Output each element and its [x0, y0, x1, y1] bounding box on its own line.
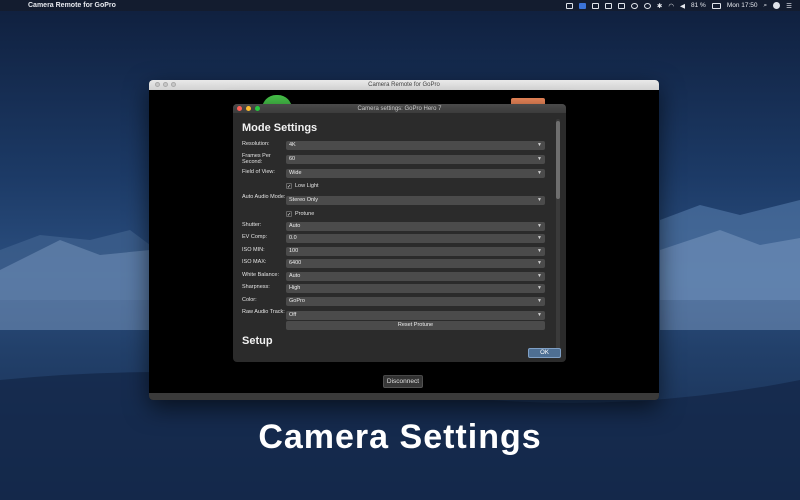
- raw-audio-select[interactable]: Off ▼: [286, 311, 545, 320]
- chevron-down-icon: ▼: [537, 223, 542, 229]
- clock[interactable]: Mon 17:50: [727, 2, 758, 9]
- disconnect-button[interactable]: Disconnect: [383, 375, 423, 388]
- iso-max-select[interactable]: 6400 ▼: [286, 259, 545, 268]
- ev-comp-row: EV Comp: 0.0 ▼: [242, 234, 546, 244]
- app-icon[interactable]: [578, 2, 586, 9]
- chevron-down-icon: ▼: [537, 170, 542, 176]
- auto-audio-row: Auto Audio Mode: Stereo Only ▼: [242, 194, 546, 206]
- shutter-select[interactable]: Auto ▼: [286, 222, 545, 231]
- chevron-down-icon: ▼: [537, 298, 542, 304]
- low-light-label: Low Light: [295, 183, 319, 189]
- chevron-down-icon: ▼: [537, 156, 542, 162]
- ev-comp-select[interactable]: 0.0 ▼: [286, 234, 545, 243]
- main-window-title: Camera Remote for GoPro: [368, 82, 440, 88]
- window-icon[interactable]: [604, 2, 612, 9]
- iso-max-label: ISO MAX:: [242, 259, 267, 265]
- battery-icon[interactable]: [711, 2, 721, 9]
- raw-audio-row: Raw Audio Track: Off ▼: [242, 309, 546, 321]
- zoom-icon[interactable]: [255, 106, 260, 111]
- chevron-down-icon: ▼: [537, 285, 542, 291]
- wifi-icon[interactable]: ◠: [668, 2, 674, 10]
- white-balance-label: White Balance:: [242, 272, 279, 278]
- status-strip: [149, 393, 659, 400]
- minimize-icon[interactable]: [163, 82, 168, 87]
- sharpness-label: Sharpness:: [242, 284, 270, 290]
- dialog-title: Camera settings: GoPro Hero 7: [357, 105, 442, 112]
- ev-comp-label: EV Comp:: [242, 234, 268, 240]
- camera-settings-dialog: Camera settings: GoPro Hero 7 Mode Setti…: [233, 104, 566, 362]
- ok-button[interactable]: OK: [528, 348, 561, 358]
- fov-select[interactable]: Wide ▼: [286, 169, 545, 178]
- settings-content: Mode Settings Resolution: 4K ▼ Frames Per…: [233, 113, 566, 362]
- display-icon[interactable]: [591, 2, 599, 9]
- chevron-down-icon: ▼: [537, 273, 542, 279]
- iso-min-row: ISO MIN: 100 ▼: [242, 247, 546, 257]
- fps-row: Frames Per Second: 60 ▼: [242, 153, 546, 165]
- color-select[interactable]: GoPro ▼: [286, 297, 545, 306]
- menu-icon[interactable]: ☰: [786, 2, 792, 10]
- section-title-mode: Mode Settings: [242, 122, 318, 134]
- color-label: Color:: [242, 297, 257, 303]
- main-window-titlebar[interactable]: Camera Remote for GoPro: [149, 80, 659, 90]
- dropbox-icon[interactable]: [630, 2, 638, 9]
- fov-row: Field of View: Wide ▼: [242, 169, 546, 179]
- menu-bar: Camera Remote for GoPro ✱ ◠ ◀ 81 % Mon 1…: [0, 0, 800, 11]
- reset-protune-button[interactable]: Reset Protune: [286, 321, 545, 330]
- copy-icon[interactable]: [617, 2, 625, 9]
- protune-checkbox[interactable]: ✓ Protune: [286, 210, 314, 218]
- scrollbar-thumb[interactable]: [556, 121, 560, 199]
- chevron-down-icon: ▼: [537, 142, 542, 148]
- shutter-row: Shutter: Auto ▼: [242, 222, 546, 232]
- raw-audio-label: Raw Audio Track:: [242, 309, 285, 315]
- zoom-icon[interactable]: [171, 82, 176, 87]
- dialog-titlebar[interactable]: Camera settings: GoPro Hero 7: [233, 104, 566, 113]
- resolution-label: Resolution:: [242, 141, 270, 147]
- resolution-select[interactable]: 4K ▼: [286, 141, 545, 150]
- screen-mirror-icon[interactable]: [565, 2, 573, 9]
- color-row: Color: GoPro ▼: [242, 297, 546, 307]
- resolution-row: Resolution: 4K ▼: [242, 141, 546, 151]
- close-icon[interactable]: [237, 106, 242, 111]
- iso-min-label: ISO MIN:: [242, 247, 265, 253]
- chevron-down-icon: ▼: [537, 235, 542, 241]
- close-icon[interactable]: [155, 82, 160, 87]
- fps-select[interactable]: 60 ▼: [286, 155, 545, 164]
- shutter-label: Shutter:: [242, 222, 262, 228]
- time-machine-icon[interactable]: [643, 2, 651, 9]
- white-balance-select[interactable]: Auto ▼: [286, 272, 545, 281]
- white-balance-row: White Balance: Auto ▼: [242, 272, 546, 282]
- search-icon[interactable]: ⌕: [764, 2, 768, 10]
- check-icon: ✓: [286, 183, 292, 190]
- window-controls: [155, 82, 176, 87]
- user-icon[interactable]: [773, 2, 781, 9]
- sharpness-row: Sharpness: High ▼: [242, 284, 546, 294]
- protune-label: Protune: [295, 211, 315, 217]
- chevron-down-icon: ▼: [537, 312, 542, 318]
- iso-max-row: ISO MAX: 6400 ▼: [242, 259, 546, 269]
- auto-audio-label: Auto Audio Mode:: [242, 194, 286, 200]
- volume-icon[interactable]: ◀: [680, 2, 685, 10]
- caption-title: Camera Settings: [258, 418, 542, 456]
- battery-text[interactable]: 81 %: [691, 2, 706, 9]
- scrollbar[interactable]: [556, 119, 560, 349]
- fov-label: Field of View:: [242, 169, 275, 175]
- chevron-down-icon: ▼: [537, 248, 542, 254]
- sharpness-select[interactable]: High ▼: [286, 284, 545, 293]
- section-title-setup: Setup: [242, 335, 273, 347]
- fps-label: Frames Per Second:: [242, 153, 271, 165]
- status-area: ✱ ◠ ◀ 81 % Mon 17:50 ⌕ ☰: [565, 0, 792, 11]
- check-icon: ✓: [286, 211, 292, 218]
- iso-min-select[interactable]: 100 ▼: [286, 247, 545, 256]
- chevron-down-icon: ▼: [537, 260, 542, 266]
- dialog-window-controls: [237, 106, 260, 111]
- low-light-checkbox[interactable]: ✓ Low Light: [286, 182, 319, 190]
- auto-audio-select[interactable]: Stereo Only ▼: [286, 196, 545, 205]
- bluetooth-icon[interactable]: ✱: [657, 2, 662, 10]
- minimize-icon[interactable]: [246, 106, 251, 111]
- chevron-down-icon: ▼: [537, 197, 542, 203]
- app-name-menu[interactable]: Camera Remote for GoPro: [28, 2, 116, 9]
